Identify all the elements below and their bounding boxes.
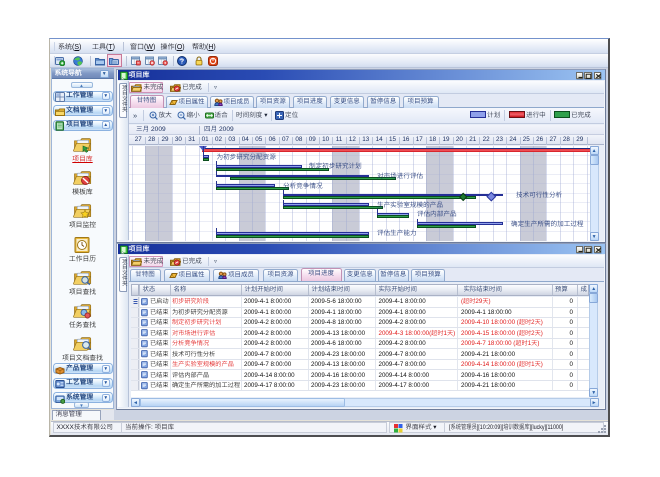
svg-text:?: ? (180, 58, 184, 65)
